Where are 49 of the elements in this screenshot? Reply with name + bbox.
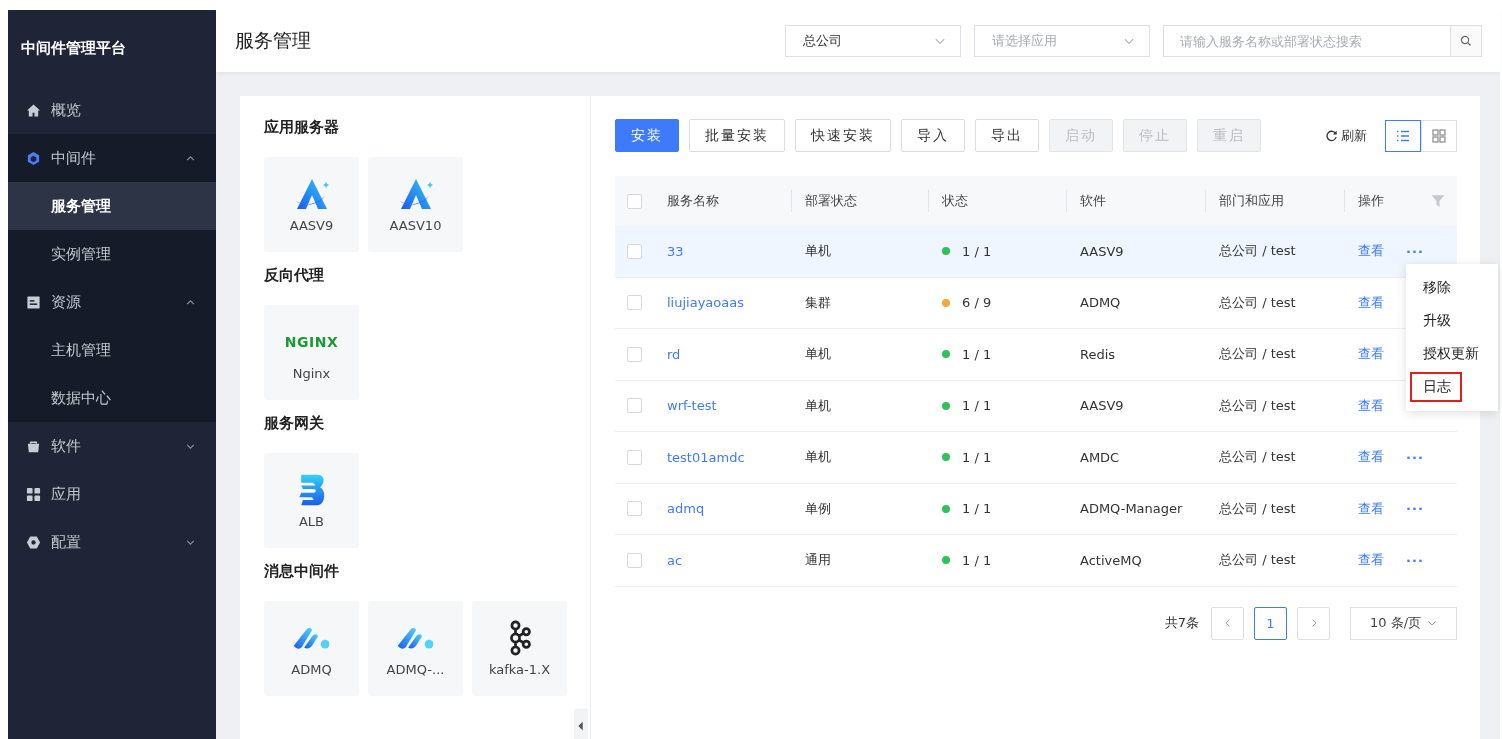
- table-cell: 总公司 / test: [1219, 448, 1296, 467]
- category-title: 消息中间件: [264, 562, 340, 581]
- table-cell: 单机: [805, 448, 831, 467]
- total-count: 共7条: [1164, 614, 1199, 632]
- table-cell: 1 / 1: [962, 501, 992, 517]
- table-cell: 1 / 1: [962, 449, 992, 465]
- column-header: 部署状态: [805, 192, 857, 210]
- table-cell: 1 / 1: [962, 346, 992, 362]
- software-name: kafka-1.X: [488, 662, 551, 677]
- nginx-logo: NGINX: [284, 333, 339, 352]
- software-name: AASV9: [289, 218, 334, 233]
- software-name: Nginx: [292, 366, 331, 381]
- table-cell: 单机: [805, 242, 831, 261]
- column-header: 状态: [942, 192, 968, 210]
- table-cell: 单例: [805, 499, 831, 518]
- category-title: 反向代理: [264, 266, 325, 285]
- table-cell: 总公司 / test: [1219, 499, 1296, 518]
- table-cell: 集群: [805, 293, 831, 312]
- table-cell: 总公司 / test: [1219, 345, 1296, 364]
- column-header: 部门和应用: [1219, 192, 1284, 210]
- software-name: ALB: [298, 514, 325, 529]
- table-cell: 通用: [805, 551, 831, 570]
- table-cell: 总公司 / test: [1219, 293, 1296, 312]
- software-name: AASV10: [389, 218, 442, 233]
- table-cell: ADMQ-Manager: [1080, 501, 1183, 517]
- column-header: 软件: [1080, 192, 1106, 210]
- table-cell: ActiveMQ: [1080, 552, 1142, 568]
- table-cell: 单机: [805, 345, 831, 364]
- table-cell: 6 / 9: [962, 295, 992, 311]
- column-header: 操作: [1358, 192, 1384, 210]
- category-title: 服务网关: [264, 414, 325, 433]
- category-title: 应用服务器: [264, 118, 340, 137]
- table-cell: AASV9: [1080, 243, 1124, 259]
- table-cell: 1 / 1: [962, 398, 992, 414]
- table-cell: 总公司 / test: [1219, 396, 1296, 415]
- table-cell: AASV9: [1080, 398, 1124, 414]
- table-cell: Redis: [1080, 346, 1116, 362]
- column-header: 服务名称: [667, 192, 719, 210]
- table-cell: ADMQ: [1080, 295, 1121, 311]
- table-cell: AMDC: [1080, 449, 1120, 465]
- software-name: ADMQ: [291, 662, 332, 677]
- table-cell: 1 / 1: [962, 243, 992, 259]
- table-cell: 总公司 / test: [1219, 551, 1296, 570]
- table-cell: 1 / 1: [962, 552, 992, 568]
- table-cell: 总公司 / test: [1219, 242, 1296, 261]
- app-title: 中间件管理平台: [20, 37, 127, 59]
- page-title: 服务管理: [235, 28, 311, 53]
- table-cell: 单机: [805, 396, 831, 415]
- software-name: ADMQ-...: [386, 662, 445, 677]
